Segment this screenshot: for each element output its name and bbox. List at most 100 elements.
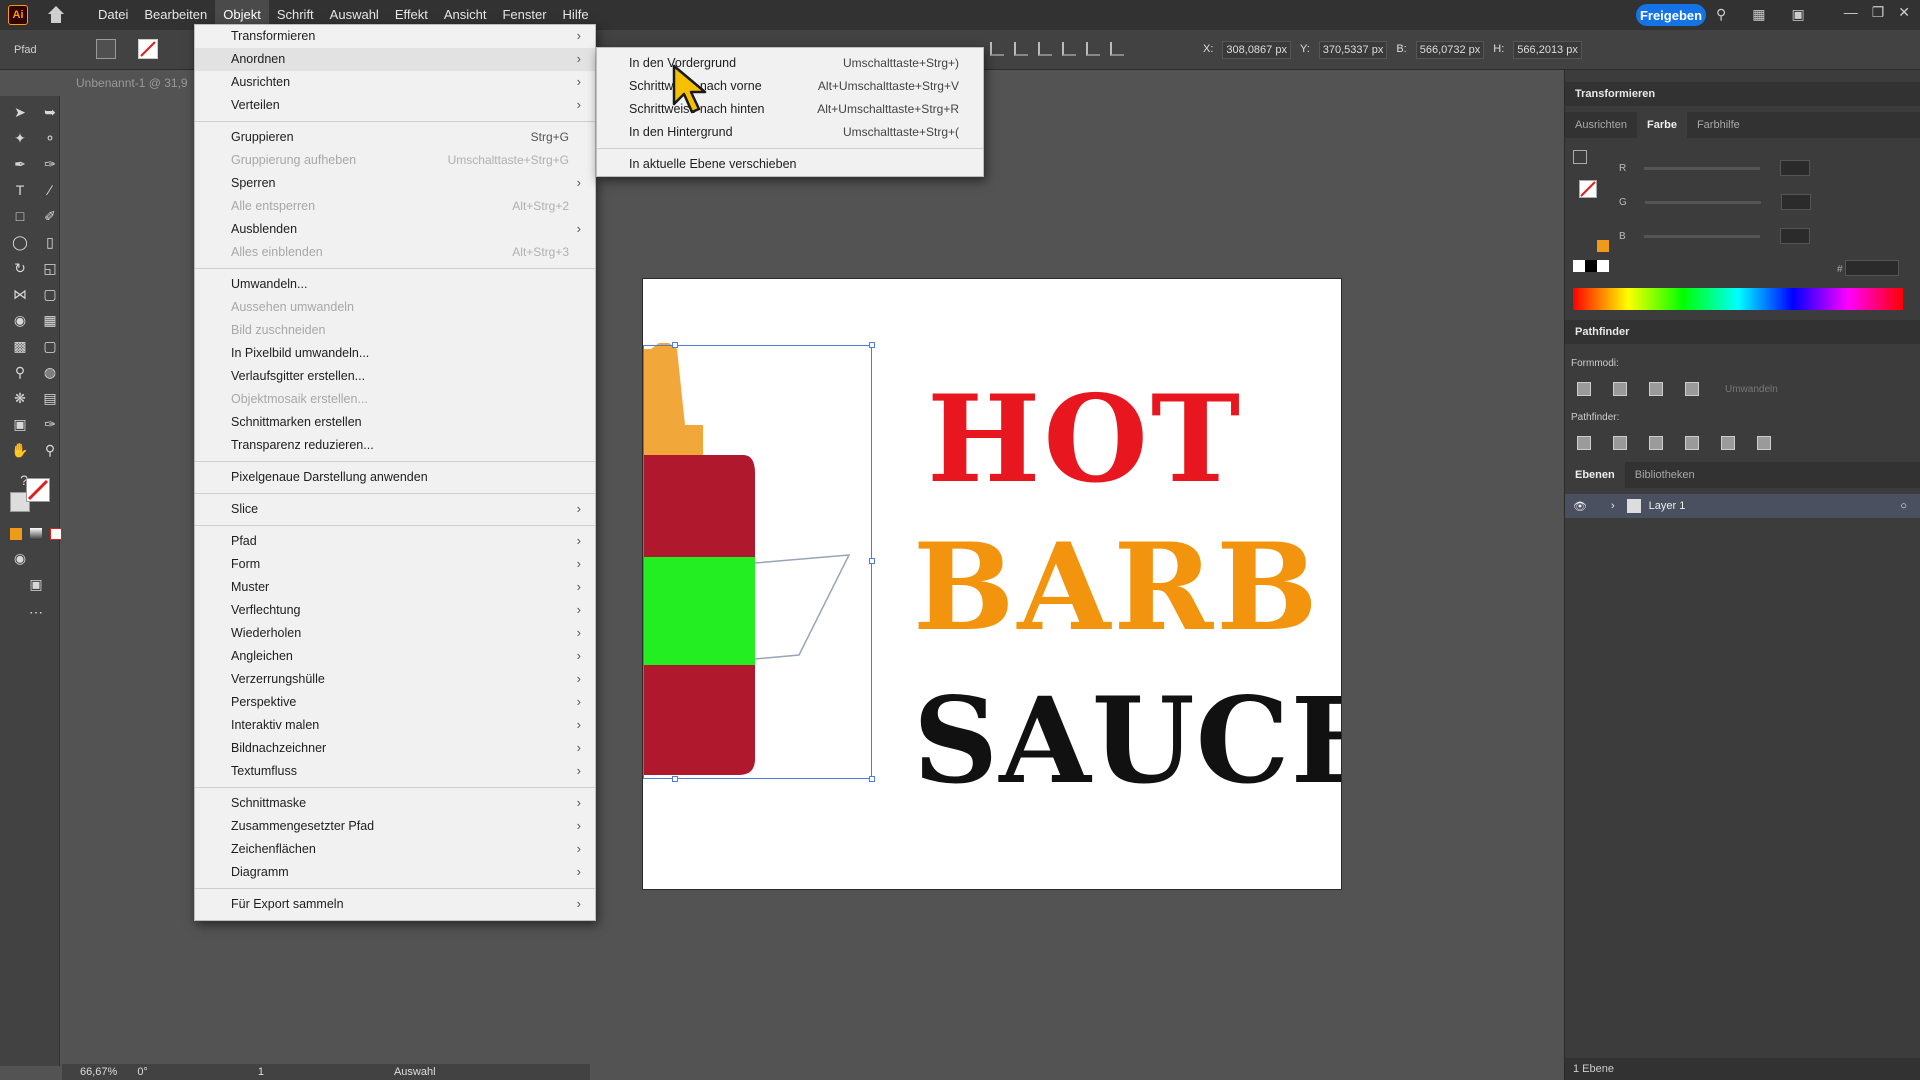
menu-item-sperren[interactable]: Sperren › xyxy=(195,172,595,195)
menu-item-pixelgenaue-darstellung-anwenden[interactable]: Pixelgenaue Darstellung anwenden xyxy=(195,466,595,489)
submenu-item-in-den-vordergrund[interactable]: In den Vordergrund Umschalttaste+Strg+) xyxy=(597,52,983,75)
zoom-tool-icon[interactable]: ⚲ xyxy=(40,440,60,460)
menu-item-wiederholen[interactable]: Wiederholen › xyxy=(195,622,595,645)
menu-datei[interactable]: Datei xyxy=(90,0,136,30)
align-right-icon[interactable] xyxy=(1038,42,1052,56)
last-color-swatch[interactable] xyxy=(1597,240,1609,252)
expand-chevron-icon[interactable]: › xyxy=(1611,500,1615,512)
share-button[interactable]: Freigeben xyxy=(1636,4,1706,26)
bottom-right-handle[interactable] xyxy=(869,776,875,782)
menu-item-textumfluss[interactable]: Textumfluss › xyxy=(195,760,595,783)
menu-item-zusammengesetzter-pfad[interactable]: Zusammengesetzter Pfad › xyxy=(195,815,595,838)
none-mode-icon[interactable] xyxy=(50,528,62,540)
blue-slider[interactable] xyxy=(1643,234,1760,238)
headline-sauce[interactable]: SAUCE xyxy=(913,671,1341,810)
graph-tool-icon[interactable]: ▤ xyxy=(40,388,60,408)
y-field[interactable]: 370,5337 px xyxy=(1318,41,1388,59)
restore-icon[interactable]: ❐ xyxy=(1872,4,1885,21)
stroke-swatch[interactable] xyxy=(138,39,158,59)
none-swatch[interactable] xyxy=(1573,260,1585,272)
align-middle-icon[interactable] xyxy=(1086,42,1100,56)
more-tools-icon[interactable]: ⋯ xyxy=(26,602,46,622)
type-tool-icon[interactable]: T xyxy=(10,180,30,200)
pathfinder-panel-header[interactable]: Pathfinder xyxy=(1565,320,1920,344)
headline-barb[interactable]: BARB xyxy=(913,517,1321,658)
crop-icon[interactable] xyxy=(1685,436,1699,450)
curvature-tool-icon[interactable]: ✑ xyxy=(40,154,60,174)
color-spectrum[interactable] xyxy=(1573,288,1903,310)
artboard-tool-icon[interactable]: ▣ xyxy=(10,414,30,434)
unite-icon[interactable] xyxy=(1577,382,1591,396)
stroke-color-icon[interactable] xyxy=(26,478,50,502)
tab-ebenen[interactable]: Ebenen xyxy=(1565,462,1625,488)
menu-item-schnittmarken-erstellen[interactable]: Schnittmarken erstellen xyxy=(195,411,595,434)
slice-tool-icon[interactable]: ✑ xyxy=(40,414,60,434)
free-transform-tool-icon[interactable]: ▢ xyxy=(40,284,60,304)
layer-name[interactable]: Layer 1 xyxy=(1649,500,1686,512)
pen-tool-icon[interactable]: ✒ xyxy=(10,154,30,174)
align-left-icon[interactable] xyxy=(990,42,1004,56)
artboard[interactable]: HOT BARB SAUCE xyxy=(642,278,1342,890)
selection-bounding-box[interactable] xyxy=(643,342,875,782)
eraser-tool-icon[interactable]: ▯ xyxy=(40,232,60,252)
blue-value[interactable] xyxy=(1779,228,1810,244)
hand-tool-icon[interactable]: ✋ xyxy=(10,440,30,460)
target-icon[interactable]: ○ xyxy=(1900,500,1907,512)
menu-item-zeichenflächen[interactable]: Zeichenflächen › xyxy=(195,838,595,861)
minimize-icon[interactable]: — xyxy=(1844,4,1858,21)
red-slider[interactable] xyxy=(1644,166,1761,170)
blend-tool-icon[interactable]: ◍ xyxy=(40,362,60,382)
drawing-modes-icon[interactable]: ◉ xyxy=(10,548,30,568)
green-value[interactable] xyxy=(1780,194,1811,210)
arrange-documents-icon[interactable]: ▣ xyxy=(1792,6,1805,23)
top-handle[interactable] xyxy=(672,342,678,348)
merge-icon[interactable] xyxy=(1649,436,1663,450)
paintbrush-tool-icon[interactable]: ✐ xyxy=(40,206,60,226)
menu-item-verlaufsgitter-erstellen[interactable]: Verlaufsgitter erstellen... xyxy=(195,365,595,388)
submenu-item-in-aktuelle-ebene-verschieben[interactable]: In aktuelle Ebene verschieben xyxy=(597,153,983,176)
rectangle-tool-icon[interactable]: □ xyxy=(10,206,30,226)
tab-ausrichten[interactable]: Ausrichten xyxy=(1565,112,1637,138)
menu-item-für-export-sammeln[interactable]: Für Export sammeln › xyxy=(195,893,595,916)
menu-item-verzerrungshülle[interactable]: Verzerrungshülle › xyxy=(195,668,595,691)
menu-item-gruppieren[interactable]: Gruppieren Strg+G xyxy=(195,126,595,149)
menu-item-ausblenden[interactable]: Ausblenden › xyxy=(195,218,595,241)
menu-item-angleichen[interactable]: Angleichen › xyxy=(195,645,595,668)
menu-item-verteilen[interactable]: Verteilen › xyxy=(195,94,595,117)
outline-icon[interactable] xyxy=(1721,436,1735,450)
right-handle[interactable] xyxy=(869,558,875,564)
intersect-icon[interactable] xyxy=(1649,382,1663,396)
status-mode[interactable]: Auswahl xyxy=(394,1066,436,1078)
scale-tool-icon[interactable]: ◱ xyxy=(40,258,60,278)
menu-item-verflechtung[interactable]: Verflechtung › xyxy=(195,599,595,622)
x-field[interactable]: 308,0867 px xyxy=(1222,41,1291,59)
align-center-icon[interactable] xyxy=(1014,42,1028,56)
mesh-tool-icon[interactable]: ▩ xyxy=(10,336,30,356)
menu-item-form[interactable]: Form › xyxy=(195,553,595,576)
trim-icon[interactable] xyxy=(1613,436,1627,450)
color-stroke-proxy[interactable] xyxy=(1579,180,1597,198)
line-tool-icon[interactable]: ∕ xyxy=(40,180,60,200)
color-fill-proxy[interactable] xyxy=(1573,150,1587,164)
exclude-icon[interactable] xyxy=(1685,382,1699,396)
align-top-icon[interactable] xyxy=(1062,42,1076,56)
submenu-item-schrittweise-nach-vorne[interactable]: Schrittweise nach vorne Alt+Umschalttaste… xyxy=(597,75,983,98)
workspace-icon[interactable]: ▦ xyxy=(1752,6,1765,23)
vertical-scrollbar[interactable] xyxy=(1514,96,1528,1054)
direct-selection-tool-icon[interactable]: ➥ xyxy=(40,102,60,122)
minus-front-icon[interactable] xyxy=(1613,382,1627,396)
tab-farbe[interactable]: Farbe xyxy=(1636,112,1687,138)
green-slider[interactable] xyxy=(1644,200,1761,204)
eyedropper-tool-icon[interactable]: ⚲ xyxy=(10,362,30,382)
menu-item-umwandeln[interactable]: Umwandeln... xyxy=(195,273,595,296)
hex-field[interactable] xyxy=(1845,260,1899,276)
rotate-tool-icon[interactable]: ↻ xyxy=(10,258,30,278)
symbol-sprayer-tool-icon[interactable]: ❋ xyxy=(10,388,30,408)
search-icon[interactable]: ⚲ xyxy=(1716,6,1726,23)
menu-item-bildnachzeichner[interactable]: Bildnachzeichner › xyxy=(195,737,595,760)
close-icon[interactable]: ✕ xyxy=(1898,4,1910,21)
bottom-handle[interactable] xyxy=(672,776,678,782)
menu-item-transparenz-reduzieren[interactable]: Transparenz reduzieren... xyxy=(195,434,595,457)
transform-panel-header[interactable]: Transformieren xyxy=(1565,82,1920,106)
rotation-value[interactable]: 0° xyxy=(137,1066,148,1078)
